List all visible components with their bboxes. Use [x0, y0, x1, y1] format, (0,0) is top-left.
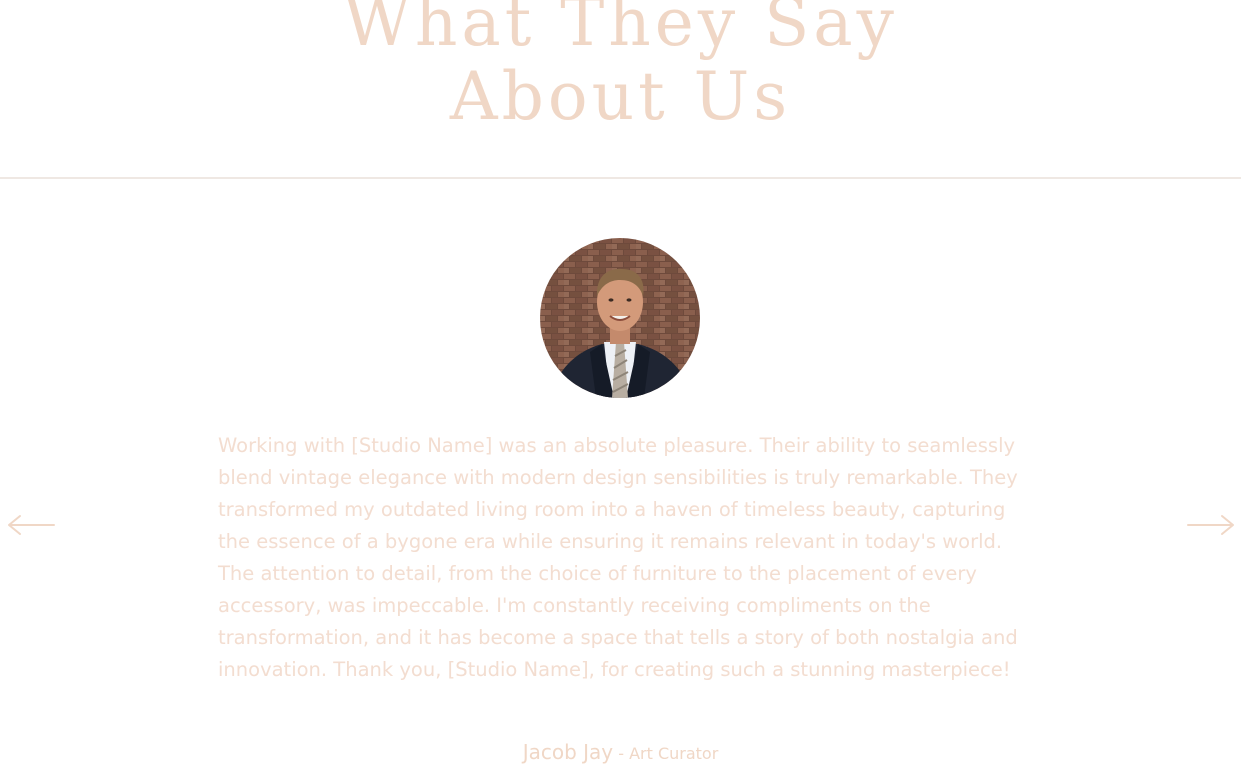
author-separator: -	[613, 744, 630, 763]
author-role: Art Curator	[629, 744, 719, 763]
testimonial-avatar	[540, 238, 700, 398]
testimonials-page: What They Say About Us Working with [Stu…	[0, 0, 1241, 770]
heading-divider	[0, 177, 1241, 179]
testimonial-quote: Working with [Studio Name] was an absolu…	[218, 434, 1018, 681]
testimonial-author: Jacob Jay - Art Curator	[0, 740, 1241, 764]
heading-line-1: What They Say	[343, 0, 898, 61]
section-heading: What They Say About Us	[0, 0, 1241, 134]
previous-testimonial-button[interactable]	[6, 510, 56, 540]
heading-line-2: About Us	[449, 58, 792, 135]
arrow-left-icon	[8, 515, 55, 535]
author-name: Jacob Jay	[522, 740, 614, 764]
avatar-photo	[540, 238, 700, 398]
arrow-right-icon	[1187, 515, 1234, 535]
next-testimonial-button[interactable]	[1186, 510, 1236, 540]
